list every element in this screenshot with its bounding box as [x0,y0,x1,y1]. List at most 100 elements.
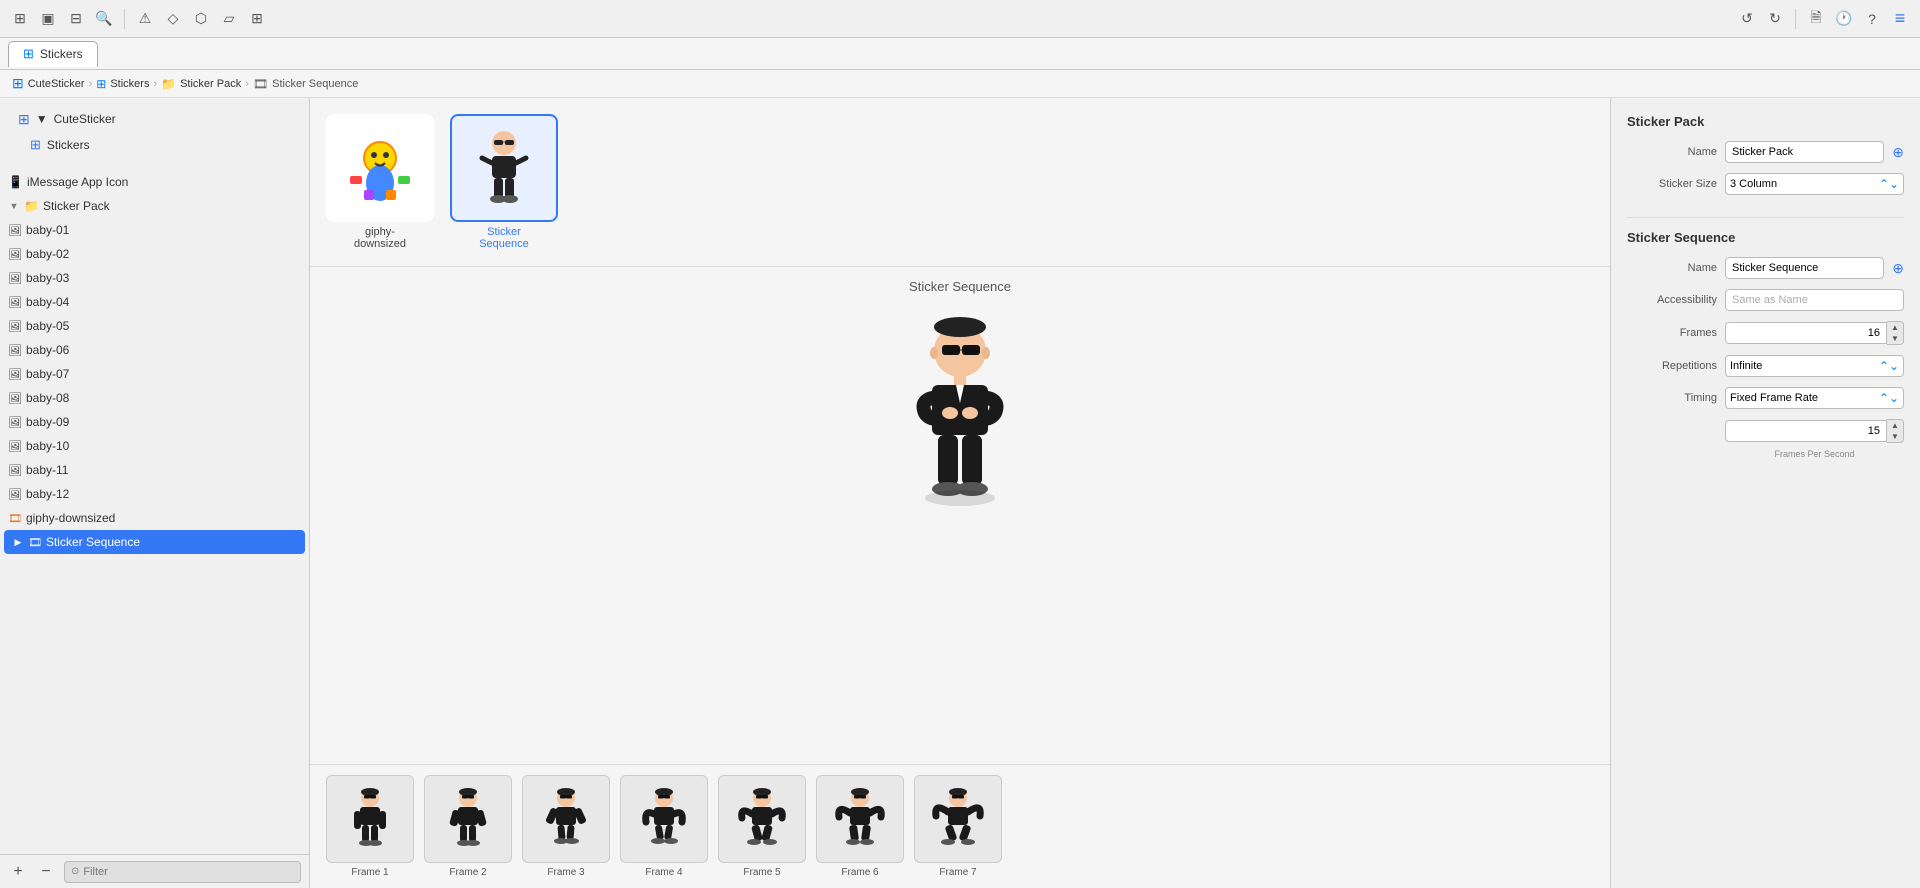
panel-row-fps: ▲ ▼ [1627,419,1904,443]
warning-icon[interactable]: ⚠ [133,7,157,31]
home-icon[interactable]: ⊞ [8,7,32,31]
name-add-icon[interactable]: ⊕ [1892,144,1904,161]
sticker-icon-baby-12: 🖼 [8,488,22,501]
breadcrumb-cutesticker[interactable]: CuteSticker [28,78,85,90]
sticker-icon-baby-02: 🖼 [8,248,22,261]
breadcrumb-stickers[interactable]: Stickers [110,78,149,90]
remove-button[interactable]: − [36,862,56,882]
asset-label-sticker-sequence: StickerSequence [479,226,529,250]
fps-input[interactable] [1725,420,1887,442]
brush-icon[interactable]: ⬡ [189,7,213,31]
tab-stickers[interactable]: ⊞ Stickers [8,41,98,67]
tree-item-baby-01[interactable]: 🖼 baby-01 [0,218,309,242]
panel-sticker-pack-title: Sticker Pack [1627,114,1904,129]
panel-icon[interactable]: ⊟ [64,7,88,31]
sticker-icon-baby-09: 🖼 [8,416,22,429]
right-panel: Sticker Pack Name ⊕ Sticker Size 3 Colum… [1610,98,1920,888]
frame-item-2[interactable]: Frame 2 [424,775,512,878]
frame-item-4[interactable]: Frame 4 [620,775,708,878]
tree-item-sticker-sequence[interactable]: ▶ 🎞 Sticker Sequence [4,530,305,554]
asset-item-sticker-sequence[interactable]: StickerSequence [450,114,558,250]
frame-item-5[interactable]: Frame 5 [718,775,806,878]
fps-stepper: ▲ ▼ [1887,419,1904,443]
sticker-size-select[interactable]: 3 Column ⌃⌄ [1725,173,1904,195]
imessage-icon: 📱 [8,175,23,189]
frame-thumb-6 [816,775,904,863]
timing-select[interactable]: Fixed Frame Rate ⌃⌄ [1725,387,1904,409]
asset-item-giphy[interactable]: giphy-downsized [326,114,434,250]
seq-name-add-icon[interactable]: ⊕ [1892,260,1904,277]
tree-item-baby-03[interactable]: 🖼 baby-03 [0,266,309,290]
undo-icon[interactable]: ↺ [1735,7,1759,31]
nav-item-cutesticker[interactable]: ⊞ ▼ CuteSticker [6,106,303,132]
frames-increment[interactable]: ▲ [1887,322,1903,333]
menu-icon[interactable]: ≡ [1888,7,1912,31]
baby-02-label: baby-02 [26,247,69,261]
frame-4-svg [634,784,694,854]
accessibility-input[interactable]: Same as Name [1725,289,1904,311]
repetitions-value: Infinite [1730,360,1762,372]
frame-item-1[interactable]: Frame 1 [326,775,414,878]
redo-icon[interactable]: ↻ [1763,7,1787,31]
separator-2 [1795,9,1796,29]
sticker-pack-name-input[interactable] [1725,141,1884,163]
frame-3-svg [536,784,596,854]
fps-increment[interactable]: ▲ [1887,420,1903,431]
frame-label-4: Frame 4 [645,867,682,878]
grid-icon[interactable]: ⊞ [245,7,269,31]
giphy-label: giphy-downsized [26,511,115,525]
frame-item-6[interactable]: Frame 6 [816,775,904,878]
tree-imessage-icon-item[interactable]: 📱 iMessage App Icon [0,170,309,194]
sticker-icon-baby-06: 🖼 [8,344,22,357]
help-icon[interactable]: ? [1860,7,1884,31]
clock-icon[interactable]: 🕐 [1832,7,1856,31]
add-button[interactable]: + [8,862,28,882]
frame-thumb-5 [718,775,806,863]
tree-item-baby-09[interactable]: 🖼 baby-09 [0,410,309,434]
tree-item-baby-10[interactable]: 🖼 baby-10 [0,434,309,458]
tree-item-baby-12[interactable]: 🖼 baby-12 [0,482,309,506]
speech-icon[interactable]: ▱ [217,7,241,31]
sticker-icon-baby-10: 🖼 [8,440,22,453]
filter-input[interactable] [83,866,294,878]
diamond-icon[interactable]: ◇ [161,7,185,31]
tree-item-baby-04[interactable]: 🖼 baby-04 [0,290,309,314]
frames-decrement[interactable]: ▼ [1887,333,1903,344]
tree-sticker-pack-item[interactable]: ▼ 📁 Sticker Pack [0,194,309,218]
doc-icon[interactable]: 🗎 [1804,7,1828,31]
frame-item-7[interactable]: Frame 7 [914,775,1002,878]
sticker-sequence-name-input[interactable] [1725,257,1884,279]
nav-item-stickers[interactable]: ⊞ Stickers [6,132,303,158]
frame-item-3[interactable]: Frame 3 [522,775,610,878]
tree-item-baby-11[interactable]: 🖼 baby-11 [0,458,309,482]
preview-area [310,302,1610,764]
tree-item-baby-05[interactable]: 🖼 baby-05 [0,314,309,338]
panel-sticker-size-label: Sticker Size [1627,178,1717,190]
repetitions-select[interactable]: Infinite ⌃⌄ [1725,355,1904,377]
preview-figure [860,318,1060,518]
frame-thumb-4 [620,775,708,863]
tree-item-baby-08[interactable]: 🖼 baby-08 [0,386,309,410]
tree-item-baby-02[interactable]: 🖼 baby-02 [0,242,309,266]
frame-label-3: Frame 3 [547,867,584,878]
search-icon[interactable]: 🔍 [92,7,116,31]
frame-6-svg [830,784,890,854]
breadcrumb-sticker-pack[interactable]: Sticker Pack [180,78,241,90]
asset-grid: giphy-downsized [310,98,1610,267]
sticker-seq-thumbnail [464,123,544,213]
frame-label-7: Frame 7 [939,867,976,878]
frames-input[interactable] [1725,322,1887,344]
baby-05-label: baby-05 [26,319,69,333]
tree-item-giphy[interactable]: 🎞 giphy-downsized [0,506,309,530]
window-icon[interactable]: ▣ [36,7,60,31]
tree-item-baby-07[interactable]: 🖼 baby-07 [0,362,309,386]
sticker-icon-giphy: 🎞 [8,512,22,525]
frame-5-svg [732,784,792,854]
tree-item-baby-06[interactable]: 🖼 baby-06 [0,338,309,362]
breadcrumb-sep-3: › [245,78,249,90]
fps-decrement[interactable]: ▼ [1887,431,1903,442]
sticker-icon-baby-05: 🖼 [8,320,22,333]
fps-label: Frames Per Second [1725,449,1904,459]
panel-row-seq-name: Name ⊕ [1627,257,1904,279]
panel-repetitions-label: Repetitions [1627,360,1717,372]
